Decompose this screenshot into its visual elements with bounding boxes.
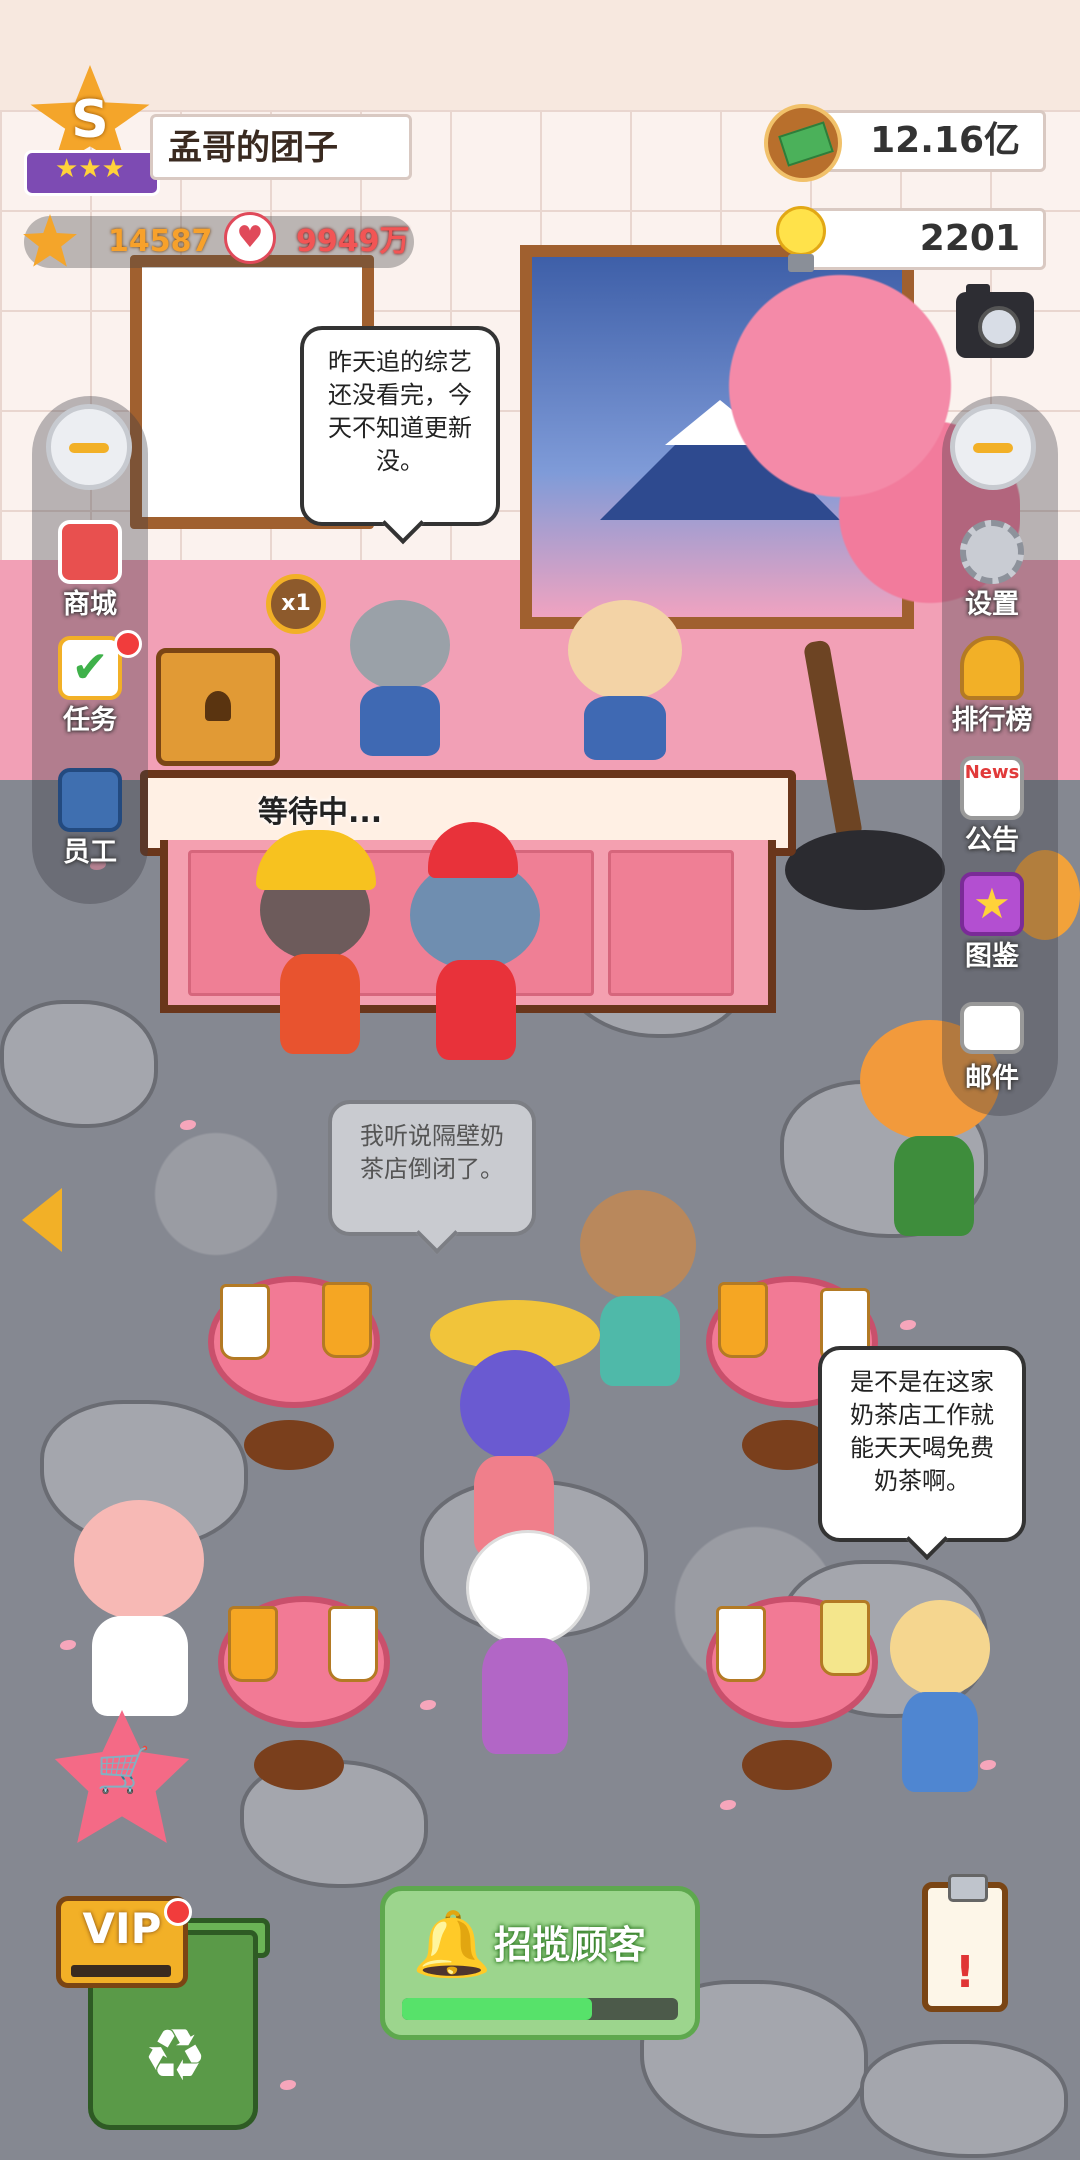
alert-icon: ! xyxy=(954,1947,976,1998)
menu-settings-label: 设置 xyxy=(965,589,1019,620)
menu-tasks-label: 任务 xyxy=(63,705,117,736)
speech-bubble-wish: 是不是在这家奶茶店工作就能天天喝免费奶茶啊。 xyxy=(818,1346,1026,1561)
ceiling-beam xyxy=(0,0,1080,124)
vip-notification-dot xyxy=(164,1898,192,1926)
table-base xyxy=(244,1420,334,1470)
speech-text: 我听说隔壁奶茶店倒闭了。 xyxy=(360,1122,504,1183)
customer-pig[interactable] xyxy=(70,1500,210,1720)
fans-count: 9949万 xyxy=(296,224,410,259)
customer-goat[interactable] xyxy=(460,1530,590,1760)
menu-collection-label: 图鉴 xyxy=(965,941,1019,972)
bonsai-pot xyxy=(785,830,945,910)
customer-dog-hardhat[interactable] xyxy=(250,820,390,1060)
customer-dinosaur-sombrero[interactable] xyxy=(430,1300,600,1560)
shop-name: 孟哥的团子 xyxy=(168,128,338,168)
menu-announcements[interactable]: News 公告 xyxy=(932,756,1052,866)
staff-icon xyxy=(58,768,122,832)
bell-icon: 🔔 xyxy=(412,1908,492,1982)
floor-stone xyxy=(860,2040,1068,2158)
cart-icon: 🛒 xyxy=(96,1745,151,1796)
menu-tasks[interactable]: ✔ 任务 xyxy=(30,630,150,746)
news-icon: News xyxy=(960,756,1024,820)
treasure-chest[interactable] xyxy=(156,648,280,766)
gear-icon xyxy=(960,520,1024,584)
menu-staff-label: 员工 xyxy=(63,837,117,868)
staff-dog[interactable] xyxy=(560,600,690,760)
menu-collection[interactable]: ★ 图鉴 xyxy=(932,872,1052,982)
fans-heart-icon: ♥ xyxy=(224,212,276,264)
table-base xyxy=(742,1740,832,1790)
news-badge-text: News xyxy=(964,762,1020,783)
scroll-left-arrow-icon[interactable] xyxy=(14,1182,64,1258)
money-value: 12.16亿 xyxy=(870,120,1020,161)
recruit-label: 招揽顾客 xyxy=(494,1923,647,1967)
menu-leaderboard-label: 排行榜 xyxy=(951,705,1033,736)
orange-drink-cup xyxy=(322,1282,372,1358)
orange-drink-cup xyxy=(228,1606,278,1682)
menu-shop-label: 商城 xyxy=(63,589,117,620)
orange-drink-cup xyxy=(718,1282,768,1358)
menu-announcements-label: 公告 xyxy=(965,825,1019,856)
milk-tea-cup xyxy=(220,1284,270,1360)
menu-shop[interactable]: 商城 xyxy=(30,520,150,630)
menu-staff[interactable]: 员工 xyxy=(30,768,150,878)
task-calendar-icon: ✔ xyxy=(58,636,122,700)
menu-settings[interactable]: 设置 xyxy=(932,520,1052,630)
menu-leaderboard[interactable]: 排行榜 xyxy=(932,636,1052,746)
milk-tea-cup xyxy=(328,1606,378,1682)
menu-mail[interactable]: 邮件 xyxy=(932,994,1052,1104)
rank-letter: S xyxy=(71,90,109,150)
speech-text: 是不是在这家奶茶店工作就能天天喝免费奶茶啊。 xyxy=(850,1368,994,1495)
camera-icon[interactable] xyxy=(956,284,1034,358)
collection-star-icon: ★ xyxy=(960,872,1024,936)
left-collapse-button[interactable] xyxy=(46,404,132,490)
shop-icon xyxy=(58,520,122,584)
speech-text: 昨天追的综艺还没看完，今天不知道更新没。 xyxy=(328,348,472,475)
recruit-progress-fill xyxy=(402,1998,593,2020)
trophy-icon xyxy=(960,636,1024,700)
customer-elephant[interactable] xyxy=(400,810,550,1070)
staff-schnauzer[interactable] xyxy=(340,600,460,760)
speech-bubble-staff: 昨天追的综艺还没看完，今天不知道更新没。 xyxy=(300,326,500,545)
menu-mail-label: 邮件 xyxy=(965,1063,1019,1094)
rank-stars: ★★★ xyxy=(55,154,125,184)
recycle-icon: ♻ xyxy=(142,2013,208,2097)
customer-rabbit[interactable] xyxy=(880,1570,1000,1800)
floor-stone xyxy=(0,1000,158,1128)
right-collapse-button[interactable] xyxy=(950,404,1036,490)
milk-tea-cup xyxy=(716,1606,766,1682)
table-base xyxy=(254,1740,344,1790)
idea-value: 2201 xyxy=(919,218,1020,259)
mail-icon xyxy=(960,1002,1024,1054)
task-notification-dot xyxy=(114,630,142,658)
speech-bubble-gossip: 我听说隔壁奶茶店倒闭了。 xyxy=(328,1100,536,1255)
lemon-drink-cup xyxy=(820,1600,870,1676)
multiplier-badge: x1 xyxy=(266,574,326,634)
star-count: 14587 xyxy=(108,224,213,259)
